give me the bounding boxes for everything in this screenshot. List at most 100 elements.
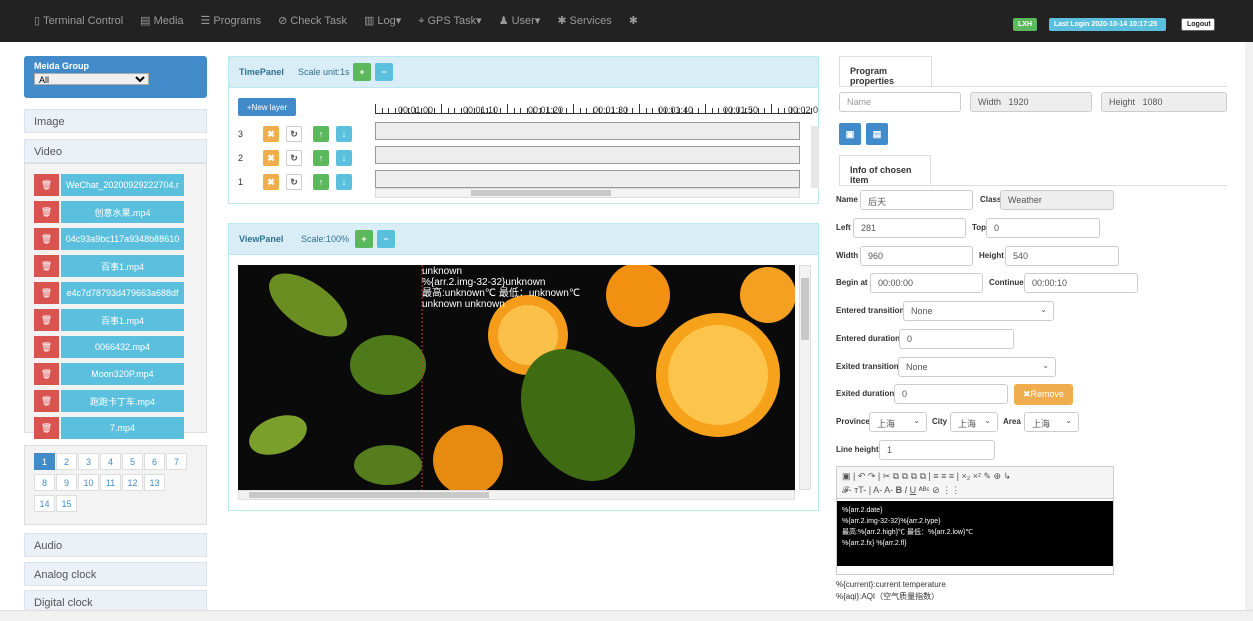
section-video[interactable]: Video [24,139,207,163]
page-vscroll[interactable] [1245,42,1253,610]
video-name[interactable]: 04c93a9bc117a9348b88610 [61,228,184,250]
trash-icon[interactable]: 🗑 [34,282,59,304]
page-link[interactable]: 10 [78,474,99,491]
arrow-down-icon[interactable]: ↓ [336,126,352,142]
video-item[interactable]: 🗑 百事1.mp4 [34,255,184,277]
section-image[interactable]: Image [24,109,207,133]
nav-item-0[interactable]: ▯ Terminal Control [34,14,123,28]
trash-icon[interactable]: 🗑 [34,417,59,439]
trash-icon[interactable]: 🗑 [34,363,59,385]
layer-track[interactable] [375,170,800,188]
nav-item-2[interactable]: ☰ Programs [201,14,262,28]
refresh-icon[interactable]: ↻ [286,126,302,142]
trash-icon[interactable]: 🗑 [34,201,59,223]
view-vscroll[interactable] [799,265,811,490]
delete-layer-icon[interactable]: ✖ [263,126,279,142]
page-link[interactable]: 14 [34,495,55,512]
zoom-out-button[interactable]: − [375,63,393,81]
line-height-input[interactable]: 1 [879,440,995,460]
begin-input[interactable]: 00:00:00 [870,273,983,293]
logout-button[interactable]: Logout [1181,18,1215,31]
video-item[interactable]: 🗑 跑跑卡丁车.mp4 [34,390,184,412]
video-name[interactable]: 7.mp4 [61,417,184,439]
city-select[interactable]: 上海 ⌄ [950,412,998,432]
top-input[interactable]: 0 [986,218,1100,238]
trash-icon[interactable]: 🗑 [34,174,59,196]
tab-program-properties[interactable]: Program properties [839,56,932,86]
new-layer-button[interactable]: +New layer [238,98,296,116]
video-name[interactable]: e4c7d78793d479663a688df [61,282,184,304]
media-group-select[interactable]: All [34,73,149,85]
arrow-up-icon[interactable]: ↑ [313,174,329,190]
video-name[interactable]: 百事1.mp4 [61,255,184,277]
video-item[interactable]: 🗑 04c93a9bc117a9348b88610 [34,228,184,250]
class-input[interactable]: Weather [1000,190,1114,210]
page-link[interactable]: 8 [34,474,55,491]
name-input[interactable]: 后天 [860,190,973,210]
section-audio[interactable]: Audio [24,533,207,557]
view-hscroll[interactable] [238,490,795,500]
page-link[interactable]: 13 [144,474,165,491]
nav-item-7[interactable]: ✱ Services [557,14,611,28]
page-link[interactable]: 11 [100,474,121,491]
height-input[interactable]: 540 [1005,246,1119,266]
page-link[interactable]: 3 [78,453,99,470]
save-icon[interactable]: ▣ [839,123,861,145]
view-zoom-out-button[interactable]: − [377,230,395,248]
trash-icon[interactable]: 🗑 [34,228,59,250]
delete-layer-icon[interactable]: ✖ [263,150,279,166]
page-link[interactable]: 1 [34,453,55,470]
toolbar-icons[interactable]: ▣ | ↶ ↷ | ✂ ⧉ ⧉ ⧉ ⧉ | ≡ ≡ ≡ | ×₂ ×² ✎ ⊕ … [842,471,1011,481]
nav-item-6[interactable]: ♟ User▾ [499,14,541,28]
video-name[interactable]: 0066432.mp4 [61,336,184,358]
save-as-icon[interactable]: ▤ [866,123,888,145]
arrow-up-icon[interactable]: ↑ [313,150,329,166]
program-height-field[interactable]: Height 1080 [1101,92,1227,112]
entered-duration-input[interactable]: 0 [899,329,1014,349]
trash-icon[interactable]: 🗑 [34,255,59,277]
page-link[interactable]: 6 [144,453,165,470]
arrow-up-icon[interactable]: ↑ [313,126,329,142]
trash-icon[interactable]: 🗑 [34,336,59,358]
video-item[interactable]: 🗑 0066432.mp4 [34,336,184,358]
video-item[interactable]: 🗑 百事1.mp4 [34,309,184,331]
arrow-down-icon[interactable]: ↓ [336,174,352,190]
editor-content[interactable]: %{arr.2.date} %{arr.2.img-32-32}%{arr.2.… [837,501,1113,566]
layer-track[interactable] [375,122,800,140]
refresh-icon[interactable]: ↻ [286,174,302,190]
page-link[interactable]: 15 [56,495,77,512]
video-item[interactable]: 🗑 7.mp4 [34,417,184,439]
trash-icon[interactable]: 🗑 [34,390,59,412]
tab-chosen-item[interactable]: Info of chosen item [839,155,931,185]
width-input[interactable]: 960 [860,246,973,266]
program-name-input[interactable]: Name [839,92,961,112]
province-select[interactable]: 上海 ⌄ [869,412,927,432]
nav-item-4[interactable]: ▥ Log▾ [364,14,401,28]
layer-track[interactable] [375,146,800,164]
exited-duration-input[interactable]: 0 [894,384,1008,404]
program-width-field[interactable]: Width 1920 [970,92,1092,112]
remove-button[interactable]: ✖Remove [1014,384,1073,405]
continue-input[interactable]: 00:00:10 [1024,273,1138,293]
video-name[interactable]: 创意水果.mp4 [61,201,184,223]
area-select[interactable]: 上海 ⌄ [1024,412,1079,432]
video-name[interactable]: 百事1.mp4 [61,309,184,331]
video-item[interactable]: 🗑 Moon320P.mp4 [34,363,184,385]
video-item[interactable]: 🗑 WeChat_20200929222704.r [34,174,184,196]
left-input[interactable]: 281 [853,218,966,238]
toolbar-icons-2[interactable]: 𝓕- ᴛT- | A- A- B I U ᴬᴮᶜ ⊘ ⋮⋮ [842,485,960,495]
delete-layer-icon[interactable]: ✖ [263,174,279,190]
zoom-in-button[interactable]: + [353,63,371,81]
video-name[interactable]: Moon320P.mp4 [61,363,184,385]
exited-transition-select[interactable]: None ⌄ [898,357,1056,377]
nav-item-1[interactable]: ▤ Media [140,14,183,28]
nav-item-5[interactable]: ⌖ GPS Task▾ [418,14,481,28]
page-link[interactable]: 9 [56,474,77,491]
trash-icon[interactable]: 🗑 [34,309,59,331]
video-name[interactable]: WeChat_20200929222704.r [61,174,184,196]
preview-canvas[interactable]: unknown %{arr.2.img-32-32}unknown 最高:unk… [238,265,795,490]
refresh-icon[interactable]: ↻ [286,150,302,166]
video-name[interactable]: 跑跑卡丁车.mp4 [61,390,184,412]
user-badge[interactable]: LXH [1013,18,1037,31]
page-link[interactable]: 5 [122,453,143,470]
